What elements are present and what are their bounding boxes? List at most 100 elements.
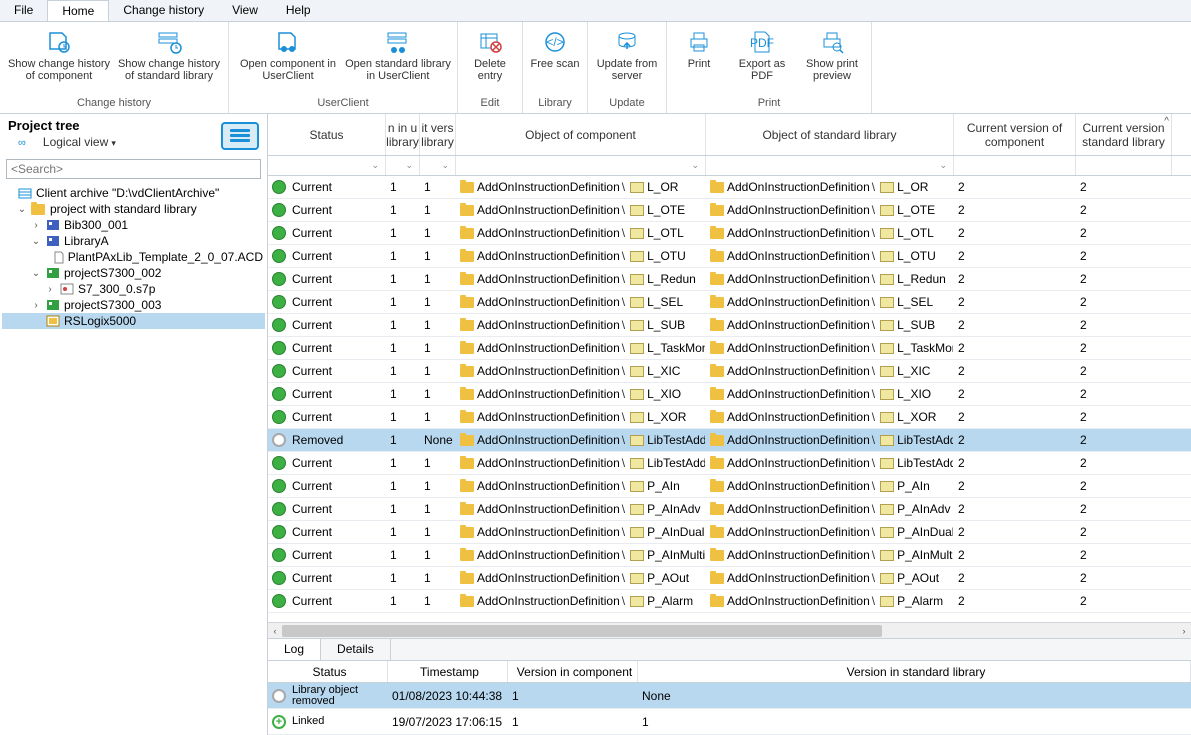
cell-v1: 1 [386,525,420,539]
col-object-stdlib[interactable]: Object of standard library [706,114,954,155]
table-row[interactable]: Current11AddOnInstructionDefinition\L_Re… [268,268,1191,291]
main-area: Project tree Logical view ▾ Client archi… [0,114,1191,735]
print-button[interactable]: Print [671,24,727,96]
free-scan-button[interactable]: </>Free scan [527,24,583,96]
menu-view[interactable]: View [218,0,272,21]
log-version-component: 1 [508,715,638,729]
open-component-button[interactable]: Open component in UserClient [233,24,343,96]
table-row[interactable]: Current11AddOnInstructionDefinition\L_XI… [268,383,1191,406]
col-status[interactable]: Status [268,114,386,155]
tree-node[interactable]: ⌄projectS7300_002 [2,265,265,281]
tree-node[interactable]: ⌄project with standard library [2,201,265,217]
col-current-version-component[interactable]: Current version of component [954,114,1076,155]
status-dot-icon [272,456,286,470]
log-status-text: Library object removed [292,685,388,707]
filter-status[interactable]: ⌄ [268,156,386,175]
col-it-vers-lib[interactable]: it vers library [420,114,456,155]
export-pdf-button[interactable]: PDFExport as PDF [727,24,797,96]
filter-cv1[interactable] [954,156,1076,175]
table-row[interactable]: Removed1NoneAddOnInstructionDefinition\L… [268,429,1191,452]
menu-file[interactable]: File [0,0,47,21]
table-row[interactable]: Current11AddOnInstructionDefinition\L_XO… [268,406,1191,429]
tree-node[interactable]: ⌄LibraryA [2,233,265,249]
tab-log[interactable]: Log [268,639,321,660]
tree-toggle-icon[interactable]: › [44,284,56,295]
table-row[interactable]: Current11AddOnInstructionDefinition\L_OR… [268,176,1191,199]
print-preview-button[interactable]: Show print preview [797,24,867,96]
tree-toggle-icon[interactable]: ⌄ [30,268,42,279]
col-current-version-stdlib[interactable]: Current version standard library^ [1076,114,1172,155]
table-row[interactable]: Current11AddOnInstructionDefinition\L_SU… [268,314,1191,337]
cell-object-stdlib: AddOnInstructionDefinition\L_OTE [706,203,954,217]
log-col-status[interactable]: Status [268,661,388,682]
tab-details[interactable]: Details [321,639,391,660]
delete-entry-button[interactable]: Delete entry [462,24,518,96]
tree-node[interactable]: RSLogix5000 [2,313,265,329]
search-input[interactable] [6,159,261,179]
menu-help[interactable]: Help [272,0,325,21]
table-row[interactable]: Current11AddOnInstructionDefinition\L_Ta… [268,337,1191,360]
status-dot-icon [272,548,286,562]
filter-v2[interactable]: ⌄ [420,156,456,175]
cell-object-component: AddOnInstructionDefinition\P_AIn [456,479,706,493]
table-row[interactable]: Current11AddOnInstructionDefinition\L_SE… [268,291,1191,314]
tree-toggle-icon[interactable]: ⌄ [30,236,42,247]
table-row[interactable]: Current11AddOnInstructionDefinition\L_OT… [268,222,1191,245]
ribbon-group-label: Change history [77,96,151,111]
col-version-in-lib[interactable]: n in u library [386,114,420,155]
menu-home[interactable]: Home [47,0,109,21]
ribbon: Show change history of componentShow cha… [0,22,1191,114]
log-col-timestamp[interactable]: Timestamp [388,661,508,682]
log-header: Status Timestamp Version in component Ve… [268,661,1191,683]
view-toggle-button[interactable] [221,122,259,150]
tree-node[interactable]: PlantPAxLib_Template_2_0_07.ACD [2,249,265,265]
filter-obj1[interactable]: ⌄ [456,156,706,175]
folder-icon [460,504,474,515]
tree-node[interactable]: ›S7_300_0.s7p [2,281,265,297]
table-row[interactable]: Current11AddOnInstructionDefinition\L_OT… [268,245,1191,268]
change-history-component-button[interactable]: Show change history of component [4,24,114,96]
block-icon [630,274,644,285]
tree-node[interactable]: ›projectS7300_003 [2,297,265,313]
filter-cv2[interactable] [1076,156,1172,175]
log-col-version-component[interactable]: Version in component [508,661,638,682]
table-row[interactable]: Current11AddOnInstructionDefinition\L_OT… [268,199,1191,222]
block-icon [630,435,644,446]
table-row[interactable]: Current11AddOnInstructionDefinition\LibT… [268,452,1191,475]
update-from-server-button[interactable]: Update from server [592,24,662,96]
status-dot-icon [272,387,286,401]
table-row[interactable]: Current11AddOnInstructionDefinition\P_AI… [268,475,1191,498]
horizontal-scrollbar[interactable]: ‹ › [268,622,1191,638]
table-row[interactable]: Current11AddOnInstructionDefinition\P_AI… [268,544,1191,567]
table-row[interactable]: Current11AddOnInstructionDefinition\L_XI… [268,360,1191,383]
table-row[interactable]: Current11AddOnInstructionDefinition\P_Al… [268,590,1191,613]
tree-toggle-icon[interactable]: › [30,220,42,231]
tree-node[interactable]: ›Bib300_001 [2,217,265,233]
folder-icon [460,435,474,446]
folder-icon [710,412,724,423]
filter-v1[interactable]: ⌄ [386,156,420,175]
tree-toggle-icon[interactable]: ⌄ [16,204,28,215]
table-row[interactable]: Current11AddOnInstructionDefinition\P_AI… [268,498,1191,521]
cell-v1: 1 [386,180,420,194]
tree-node[interactable]: Client archive "D:\vdClientArchive" [2,185,265,201]
log-row[interactable]: +Linked19/07/2023 17:06:1511 [268,709,1191,735]
status-dot-icon [272,433,286,447]
tree-toggle-icon[interactable]: › [30,300,42,311]
grid-body[interactable]: Current11AddOnInstructionDefinition\L_OR… [268,176,1191,622]
col-object-component[interactable]: Object of component [456,114,706,155]
log-row[interactable]: Library object removed01/08/2023 10:44:3… [268,683,1191,709]
open-stdlib-button[interactable]: Open standard library in UserClient [343,24,453,96]
open-stdlib-icon [382,28,414,56]
menu-change-history[interactable]: Change history [109,0,218,21]
logical-view-dropdown[interactable]: Logical view ▾ [8,133,124,153]
change-history-stdlib-button[interactable]: Show change history of standard library [114,24,224,96]
cell-cv1: 2 [954,295,1076,309]
block-icon [880,527,894,538]
block-icon [880,435,894,446]
table-row[interactable]: Current11AddOnInstructionDefinition\P_AI… [268,521,1191,544]
log-col-version-stdlib[interactable]: Version in standard library [638,661,1191,682]
table-row[interactable]: Current11AddOnInstructionDefinition\P_AO… [268,567,1191,590]
filter-obj2[interactable]: ⌄ [706,156,954,175]
cell-cv1: 2 [954,249,1076,263]
